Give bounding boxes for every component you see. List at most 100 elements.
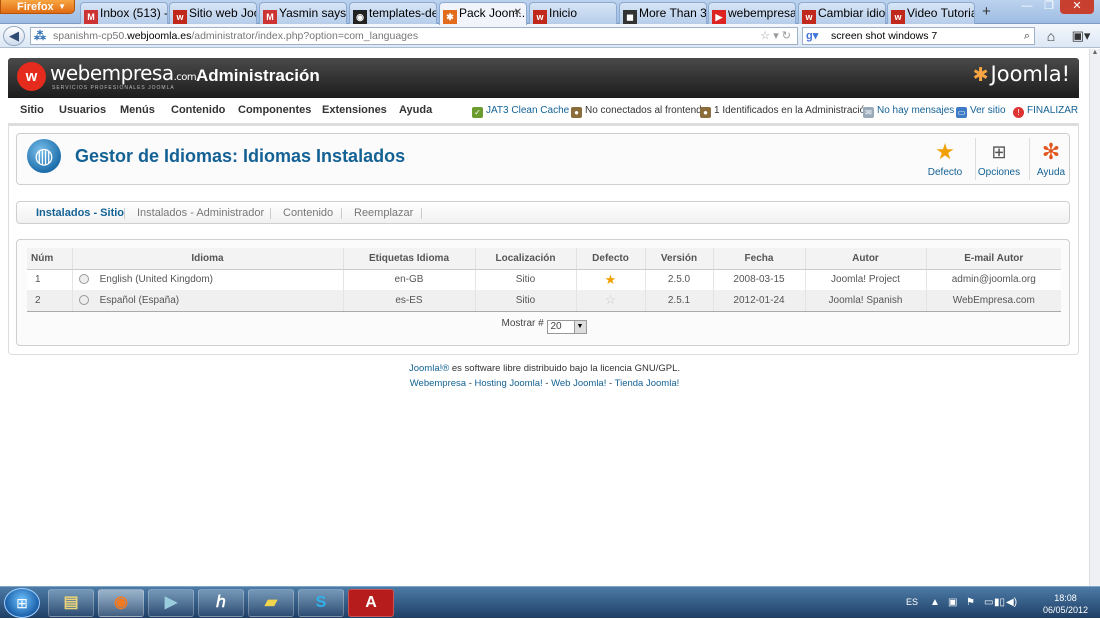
license-line: Joomla!® es software libre distribuido b…	[0, 361, 1089, 376]
default-star-icon[interactable]: ★	[605, 272, 617, 287]
col-location[interactable]: Localización	[474, 248, 576, 270]
tab-7[interactable]: ◼More Than 31...	[619, 2, 707, 24]
site-identity-icon[interactable]: ⁂	[34, 29, 48, 43]
google-icon[interactable]: g▾	[806, 29, 820, 43]
subnav-divider	[270, 208, 271, 219]
language-indicator[interactable]: ES	[906, 597, 918, 607]
col-email[interactable]: E-mail Autor	[925, 248, 1061, 270]
hp-taskbar-icon[interactable]: ℎ	[198, 589, 244, 617]
bookmark-star-icon[interactable]: ☆	[760, 30, 770, 42]
tab-10[interactable]: wVideo Tutorial...	[887, 2, 975, 24]
display-icon[interactable]: ▭	[984, 597, 993, 608]
network-icon[interactable]: ▮▯	[994, 597, 1005, 608]
tab-label: Sitio web Joo...	[189, 6, 256, 20]
url-suffix: /administrator/index.php?option=com_lang…	[191, 30, 419, 42]
help-button[interactable]: ✻ Ayuda	[1027, 140, 1075, 179]
page-viewport: w webempresa.com SERVICIOS PROFESIONALES…	[0, 49, 1089, 586]
bookmarks-icon[interactable]: ▣▾	[1068, 27, 1094, 45]
chevron-down-icon[interactable]: ▾	[773, 30, 779, 42]
home-icon[interactable]: ⌂	[1040, 27, 1062, 45]
list-limit-select[interactable]: 20 ▼	[546, 320, 587, 334]
col-date[interactable]: Fecha	[712, 248, 805, 270]
list-limit-value: 20	[550, 321, 562, 332]
search-input[interactable]: screen shot windows 7	[831, 30, 937, 42]
firefox-menu-button[interactable]: Firefox ▼	[0, 0, 75, 14]
url-bar[interactable]: ⁂ spanishm-cp50.webjoomla.es/administrat…	[30, 27, 798, 45]
broom-icon: ✓	[472, 107, 483, 118]
back-button[interactable]: ◀	[3, 26, 25, 46]
tray-app-icon[interactable]: ▣	[948, 597, 957, 608]
explorer-taskbar-icon[interactable]: ▤	[48, 589, 94, 617]
tab-9[interactable]: wCambiar idio...	[798, 2, 886, 24]
menu-componentes[interactable]: Componentes	[238, 104, 311, 116]
chevron-down-icon[interactable]: ▼	[573, 321, 586, 333]
scroll-up-icon[interactable]: ▲	[1090, 49, 1100, 56]
hosting-joomla-link[interactable]: Hosting Joomla!	[475, 378, 543, 389]
tab-2[interactable]: wSitio web Joo...	[169, 2, 257, 24]
view-site-link[interactable]: ▭ Ver sitio	[956, 105, 1006, 118]
generic-icon: ◼	[623, 10, 637, 24]
chevron-down-icon: ▼	[58, 2, 66, 11]
tab-label: Yasmin says...	[279, 6, 347, 20]
new-tab-button[interactable]: +	[982, 3, 991, 20]
menu-contenido[interactable]: Contenido	[171, 104, 225, 116]
search-box[interactable]: g▾ screen shot windows 7 ⌕	[802, 27, 1035, 45]
col-language[interactable]: Idioma	[71, 248, 343, 270]
menu-ayuda[interactable]: Ayuda	[399, 104, 432, 116]
webempresa-logo[interactable]: webempresa.com	[50, 61, 197, 85]
row-radio[interactable]	[78, 274, 89, 285]
acrobat-taskbar-icon[interactable]: A	[348, 589, 394, 617]
menu-usuarios[interactable]: Usuarios	[59, 104, 106, 116]
default-button[interactable]: ★ Defecto	[921, 140, 969, 179]
volume-icon[interactable]: ◀)	[1006, 597, 1017, 608]
tab-5[interactable]: ✱ Pack Joom... ✕	[439, 2, 527, 25]
webempresa-logo-icon: w	[17, 62, 46, 91]
subnav-installed-admin[interactable]: Instalados - Administrador	[137, 207, 264, 219]
col-tag[interactable]: Etiquetas Idioma	[342, 248, 475, 270]
tab-6[interactable]: w Inicio	[529, 2, 617, 24]
options-button[interactable]: ⊞ Opciones	[975, 140, 1023, 178]
menu-sitio[interactable]: Sitio	[20, 104, 44, 116]
close-window-button[interactable]: ✕	[1060, 0, 1094, 14]
vertical-scrollbar[interactable]: ▲	[1089, 49, 1100, 586]
flag-icon[interactable]: ⚑	[966, 597, 975, 608]
folder-taskbar-icon[interactable]: ▰	[248, 589, 294, 617]
clean-cache-label: JAT3 Clean Cache	[486, 105, 570, 116]
media-player-taskbar-icon[interactable]: ▶	[148, 589, 194, 617]
skype-taskbar-icon[interactable]: S	[298, 589, 344, 617]
firefox-taskbar-icon[interactable]: ◉	[98, 589, 144, 617]
messages-link[interactable]: ✉ No hay mensajes	[863, 105, 954, 118]
col-default[interactable]: Defecto	[575, 248, 645, 270]
tab-1[interactable]: MInbox (513) - ...	[80, 2, 168, 24]
search-icon[interactable]: ⌕	[1024, 28, 1030, 44]
tab-8[interactable]: ▶webempresa ...	[708, 2, 796, 24]
subnav-overrides[interactable]: Reemplazar	[354, 207, 413, 219]
logout-link[interactable]: ! FINALIZAR	[1013, 105, 1078, 118]
languages-list-box: Núm Idioma Etiquetas Idioma Localización…	[16, 239, 1070, 346]
menu-menus[interactable]: Menús	[120, 104, 155, 116]
col-author[interactable]: Autor	[804, 248, 926, 270]
start-button[interactable]: ⊞	[4, 588, 40, 618]
help-button-label: Ayuda	[1036, 167, 1066, 178]
show-hidden-icons[interactable]: ▲	[930, 597, 940, 608]
clean-cache-link[interactable]: ✓ JAT3 Clean Cache	[472, 105, 569, 118]
maximize-button[interactable]: ❐	[1038, 0, 1060, 14]
web-joomla-link[interactable]: Web Joomla!	[551, 378, 606, 389]
subnav-content[interactable]: Contenido	[283, 207, 333, 219]
tab-3[interactable]: MYasmin says...	[259, 2, 347, 24]
close-tab-icon[interactable]: ✕	[514, 3, 522, 23]
tab-4[interactable]: ◉templates-de...	[349, 2, 437, 24]
webempresa-link[interactable]: Webempresa	[410, 378, 466, 389]
clock[interactable]: 18:08 06/05/2012	[1043, 592, 1088, 616]
set-default-star-icon[interactable]: ☆	[605, 292, 617, 307]
col-version[interactable]: Versión	[644, 248, 713, 270]
messages-label: No hay mensajes	[877, 105, 955, 116]
col-num[interactable]: Núm	[27, 248, 72, 270]
row-radio[interactable]	[78, 294, 89, 305]
tienda-joomla-link[interactable]: Tienda Joomla!	[615, 378, 680, 389]
menu-extensiones[interactable]: Extensiones	[322, 104, 387, 116]
joomla-link[interactable]: Joomla!®	[409, 363, 449, 374]
subnav-installed-site[interactable]: Instalados - Sitio	[36, 207, 124, 219]
reload-icon[interactable]: ↻	[782, 30, 791, 42]
minimize-button[interactable]: —	[1016, 0, 1038, 14]
